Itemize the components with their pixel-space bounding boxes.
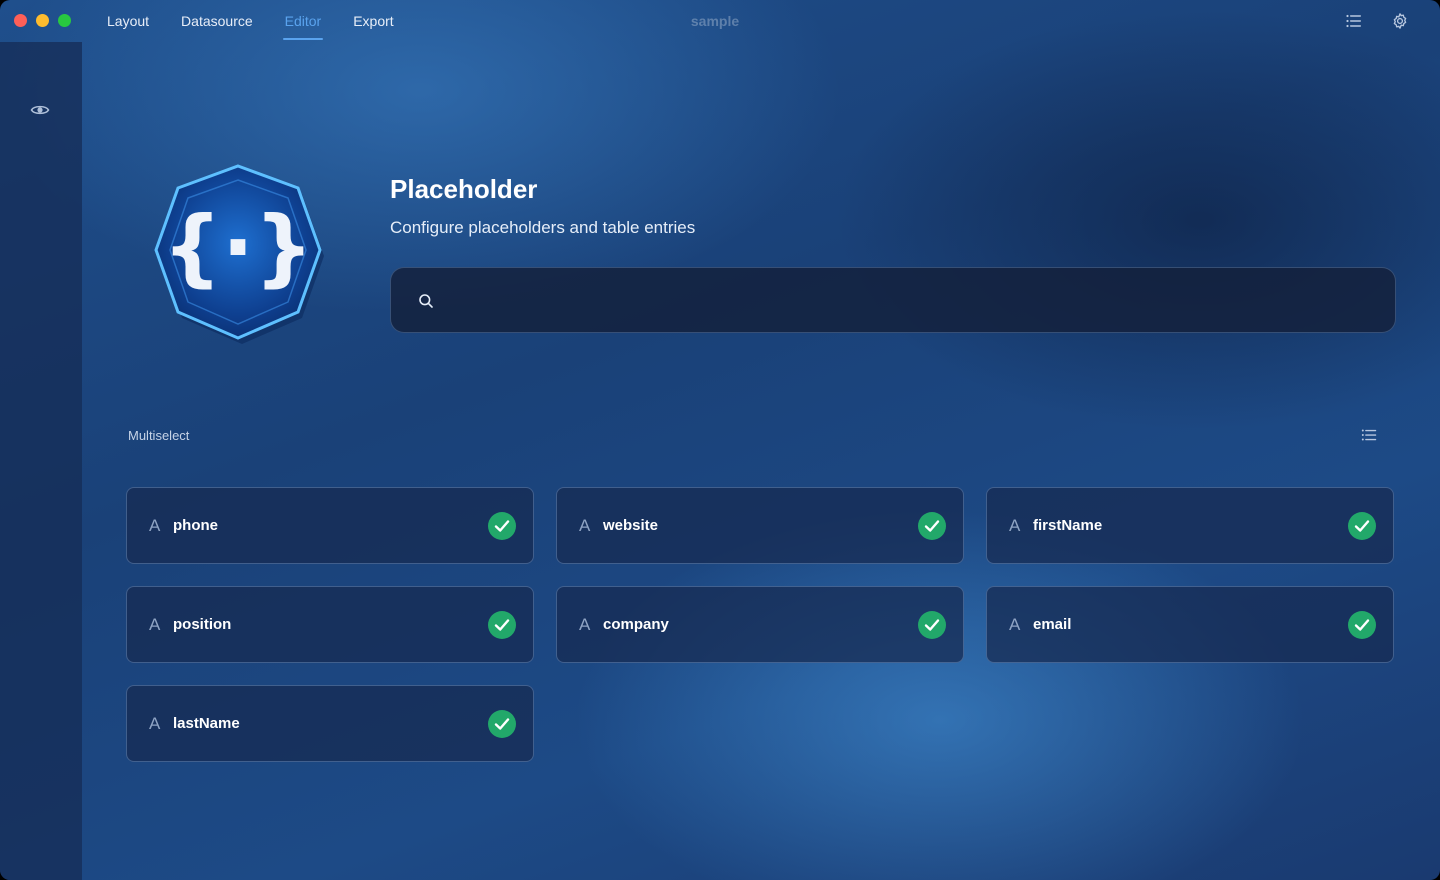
card-label: position [173,616,232,633]
card-label: firstName [1033,517,1103,534]
app-window: Layout Datasource Editor Export sample {… [0,0,1440,880]
placeholder-card-phone[interactable]: A phone [126,487,534,564]
text-type-icon: A [1009,516,1021,535]
checkmark-icon[interactable] [1348,611,1376,639]
placeholder-card-firstname[interactable]: A firstName [986,487,1394,564]
text-type-icon: A [149,516,161,535]
list-icon[interactable] [1361,428,1377,442]
text-type-icon: A [579,516,591,535]
placeholder-card-company[interactable]: A company [556,586,964,663]
gear-icon[interactable] [1391,12,1409,30]
section-label: Multiselect [128,428,190,443]
title-bar: Layout Datasource Editor Export sample [0,0,1440,42]
search-input[interactable] [447,268,1377,332]
placeholder-card-email[interactable]: A email [986,586,1394,663]
placeholder-card-lastname[interactable]: A lastName [126,685,534,762]
search-bar[interactable] [390,267,1396,333]
checkmark-icon[interactable] [488,611,516,639]
list-icon[interactable] [1345,12,1363,30]
page-subtitle: Configure placeholders and table entries [390,218,696,237]
checkmark-icon[interactable] [918,611,946,639]
placeholder-card-website[interactable]: A website [556,487,964,564]
text-type-icon: A [579,615,591,634]
checkmark-icon[interactable] [1348,512,1376,540]
eye-icon[interactable] [30,102,50,118]
curly-braces-icon: {·} [148,158,328,348]
checkmark-icon[interactable] [488,512,516,540]
text-type-icon: A [149,615,161,634]
card-label: website [603,517,659,534]
window-title: sample [690,13,740,29]
checkmark-icon[interactable] [918,512,946,540]
text-type-icon: A [149,714,161,733]
search-icon [418,293,434,309]
text-type-icon: A [1009,615,1021,634]
card-label: email [1033,616,1072,633]
checkmark-icon[interactable] [488,710,516,738]
page-title: Placeholder [390,174,538,204]
placeholder-card-position[interactable]: A position [126,586,534,663]
card-label: company [603,616,669,633]
sidebar [0,42,82,880]
card-label: phone [173,517,218,534]
card-label: lastName [173,715,240,732]
svg-text:{·}: {·} [162,198,314,296]
